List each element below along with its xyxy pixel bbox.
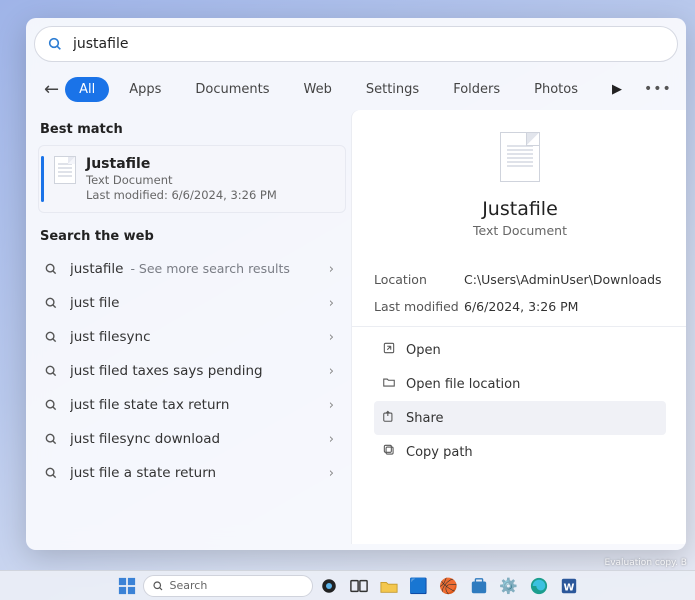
meta-modified-label: Last modified (374, 299, 464, 314)
taskbar-explorer-icon[interactable] (375, 574, 403, 598)
file-metadata: Location C:\Users\AdminUser\Downloads La… (374, 272, 666, 314)
web-result-text: justafile (70, 261, 123, 277)
web-result-text: just file a state return (70, 465, 321, 481)
taskbar-taskview-icon[interactable] (345, 574, 373, 598)
web-result[interactable]: just filesync › (38, 320, 346, 354)
open-icon (382, 341, 406, 359)
web-result[interactable]: just file a state return › (38, 456, 346, 490)
search-icon (44, 364, 58, 378)
tab-settings[interactable]: Settings (352, 77, 433, 102)
tab-documents[interactable]: Documents (181, 77, 283, 102)
action-share[interactable]: Share (374, 401, 666, 435)
search-web-header: Search the web (40, 229, 346, 244)
best-match-header: Best match (40, 122, 346, 137)
taskbar-settings-icon[interactable]: ⚙️ (495, 574, 523, 598)
tab-web[interactable]: Web (290, 77, 346, 102)
best-match-type: Text Document (86, 173, 277, 187)
tab-folders[interactable]: Folders (439, 77, 514, 102)
start-button[interactable] (113, 574, 141, 598)
action-open-location-label: Open file location (406, 377, 520, 392)
web-result-text: just file state tax return (70, 397, 321, 413)
web-result-text: just file (70, 295, 321, 311)
share-icon (382, 409, 406, 427)
copy-icon (382, 443, 406, 461)
play-icon[interactable]: ▶ (604, 82, 630, 97)
action-copy-path-label: Copy path (406, 445, 473, 460)
taskbar-store-icon[interactable] (465, 574, 493, 598)
web-result-text: just filesync download (70, 431, 321, 447)
search-icon (44, 466, 58, 480)
svg-text:W: W (563, 582, 574, 593)
web-result[interactable]: just file state tax return › (38, 388, 346, 422)
details-pane: Justafile Text Document Location C:\User… (352, 110, 686, 544)
action-open-location[interactable]: Open file location (374, 367, 666, 401)
search-icon (44, 432, 58, 446)
search-icon (44, 330, 58, 344)
search-icon (47, 36, 63, 52)
watermark-text: Evaluation copy. B (605, 558, 687, 568)
details-title: Justafile (374, 198, 666, 220)
best-match-title: Justafile (86, 156, 277, 172)
web-result[interactable]: just filesync download › (38, 422, 346, 456)
tab-apps[interactable]: Apps (115, 77, 175, 102)
meta-modified-value: 6/6/2024, 3:26 PM (464, 299, 578, 314)
results-pane: Best match Justafile Text Document Last … (26, 110, 352, 544)
folder-icon (382, 375, 406, 393)
chevron-right-icon: › (321, 364, 342, 379)
meta-location-label: Location (374, 272, 464, 287)
chevron-right-icon: › (321, 398, 342, 413)
start-search-popup: ← All Apps Documents Web Settings Folder… (26, 18, 686, 550)
web-result-text: just filed taxes says pending (70, 363, 321, 379)
chevron-right-icon: › (321, 466, 342, 481)
chevron-right-icon: › (321, 330, 342, 345)
action-open[interactable]: Open (374, 333, 666, 367)
search-icon (44, 262, 58, 276)
best-match-modified: Last modified: 6/6/2024, 3:26 PM (86, 188, 277, 202)
taskbar-search-placeholder: Search (170, 579, 208, 592)
best-match-result[interactable]: Justafile Text Document Last modified: 6… (38, 145, 346, 213)
taskbar-copilot-icon[interactable] (315, 574, 343, 598)
taskbar-app-icon[interactable]: 🟦 (405, 574, 433, 598)
web-result-extra: - See more search results (126, 261, 289, 276)
text-document-icon (54, 156, 76, 184)
search-input[interactable] (63, 36, 669, 52)
web-result-text: just filesync (70, 329, 321, 345)
more-icon[interactable]: ••• (636, 81, 680, 97)
action-copy-path[interactable]: Copy path (374, 435, 666, 469)
chevron-right-icon: › (321, 262, 342, 277)
taskbar-word-icon[interactable]: W (555, 574, 583, 598)
web-result[interactable]: just file › (38, 286, 346, 320)
meta-location-value[interactable]: C:\Users\AdminUser\Downloads (464, 272, 662, 287)
taskbar-app-icon[interactable]: 🏀 (435, 574, 463, 598)
chevron-right-icon: › (321, 432, 342, 447)
search-icon (44, 398, 58, 412)
filter-tabs: ← All Apps Documents Web Settings Folder… (26, 66, 686, 110)
back-button[interactable]: ← (44, 79, 59, 100)
details-subtitle: Text Document (374, 223, 666, 238)
search-bar[interactable] (34, 26, 678, 62)
divider (352, 326, 686, 327)
web-result[interactable]: just filed taxes says pending › (38, 354, 346, 388)
tab-photos[interactable]: Photos (520, 77, 592, 102)
chevron-right-icon: › (321, 296, 342, 311)
taskbar-search[interactable]: Search (143, 575, 313, 597)
action-share-label: Share (406, 411, 444, 426)
search-icon (44, 296, 58, 310)
tab-all[interactable]: All (65, 77, 109, 102)
web-result[interactable]: justafile - See more search results › (38, 252, 346, 286)
file-preview-icon (500, 132, 540, 182)
web-results-list: justafile - See more search results › ju… (38, 252, 346, 490)
taskbar[interactable]: Search 🟦 🏀 ⚙️ W (0, 570, 695, 600)
taskbar-edge-icon[interactable] (525, 574, 553, 598)
action-open-label: Open (406, 343, 441, 358)
